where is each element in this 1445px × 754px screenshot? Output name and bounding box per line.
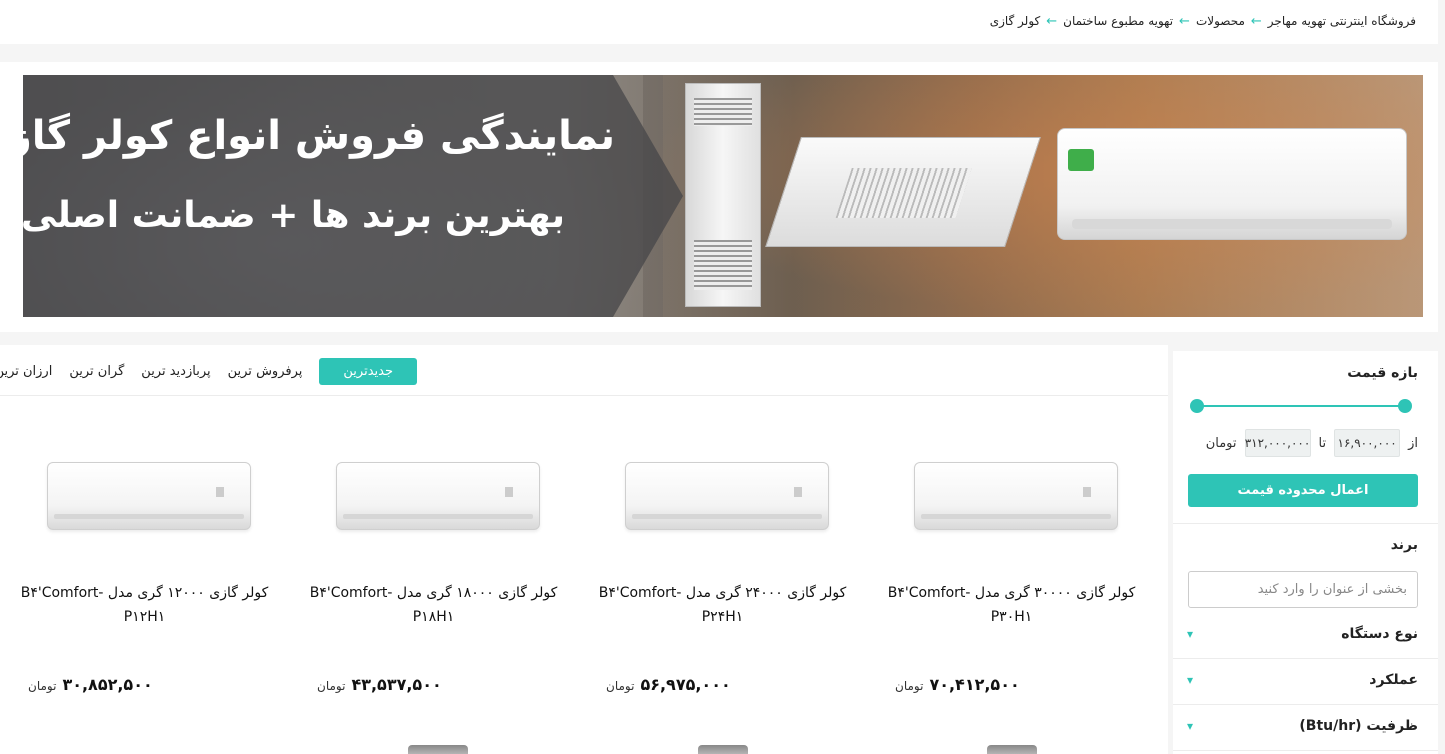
price-currency: تومان [606, 679, 635, 693]
accordion-function[interactable]: عملکرد ▾ [1173, 659, 1438, 705]
price-value: ۵۶,۹۷۵,۰۰۰ [640, 675, 731, 694]
next-row-product-image [987, 745, 1037, 754]
product-price: تومان ۵۶,۹۷۵,۰۰۰ [606, 675, 731, 694]
product-image[interactable] [47, 462, 251, 530]
chevron-down-icon: ▾ [1187, 673, 1194, 687]
banner-container: نمایندگی فروش انواع کولر گازی بهترین برن… [0, 62, 1438, 332]
divider [1173, 523, 1438, 524]
price-currency: تومان [317, 679, 346, 693]
sort-most-expensive[interactable]: گران ترین [69, 364, 124, 379]
chevron-down-icon: ▾ [1187, 627, 1194, 641]
breadcrumb: فروشگاه اینترنتی تهویه مهاجر ← محصولات ←… [990, 14, 1416, 28]
price-value: ۳۰,۸۵۲,۵۰۰ [62, 675, 153, 694]
apply-price-button[interactable]: اعمال محدوده قیمت [1188, 474, 1418, 507]
price-to-input[interactable]: ۳۱۲,۰۰۰,۰۰۰ [1244, 429, 1311, 457]
price-currency: تومان [895, 679, 924, 693]
price-range-inputs: از ۱۶,۹۰۰,۰۰۰ تا ۳۱۲,۰۰۰,۰۰۰ تومان [1206, 429, 1418, 457]
price-value: ۴۳,۵۳۷,۵۰۰ [351, 675, 442, 694]
currency-label: تومان [1205, 435, 1237, 451]
sort-most-viewed[interactable]: پربازدید ترین [141, 364, 210, 379]
floor-standing-ac-image [685, 83, 761, 307]
breadcrumb-item-products[interactable]: محصولات [1196, 14, 1245, 28]
arrow-left-icon: ← [1179, 13, 1190, 29]
accordion-label: عملکرد [1369, 672, 1418, 688]
sort-newest[interactable]: جدیدترین [319, 358, 417, 385]
price-range-slider[interactable] [1190, 399, 1412, 413]
product-listing: جدیدترین پرفروش ترین پربازدید ترین گران … [0, 345, 1168, 754]
cassette-ac-image [765, 137, 1041, 247]
chevron-down-icon: ▾ [1187, 719, 1194, 733]
price-from-input[interactable]: ۱۶,۹۰۰,۰۰۰ [1334, 429, 1401, 457]
product-card[interactable]: کولر گازی ۲۴۰۰۰ گری مدل B۴'Comfort- P۲۴H… [578, 405, 867, 754]
breadcrumb-bar: فروشگاه اینترنتی تهویه مهاجر ← محصولات ←… [0, 0, 1438, 44]
next-row-product-image [698, 745, 748, 754]
price-filter-title: بازه قیمت [1347, 365, 1418, 381]
arrow-left-icon: ← [1250, 13, 1262, 29]
product-image[interactable] [625, 462, 829, 530]
banner-title: نمایندگی فروش انواع کولر گازی [23, 113, 615, 159]
slider-track [1196, 405, 1406, 407]
product-card[interactable]: کولر گازی ۱۲۰۰۰ گری مدل B۴'Comfort- P۱۲H… [0, 405, 468, 754]
slider-min-handle[interactable] [1398, 399, 1412, 413]
to-label: تا [1318, 435, 1327, 451]
from-label: از [1408, 435, 1418, 451]
sort-best-selling[interactable]: پرفروش ترین [228, 364, 303, 379]
product-image[interactable] [914, 462, 1118, 530]
breadcrumb-item-current: کولر گازی [989, 14, 1041, 28]
brand-filter-title: برند [1390, 537, 1418, 553]
product-price: تومان ۳۰,۸۵۲,۵۰۰ [28, 675, 153, 694]
product-card[interactable]: کولر گازی ۱۸۰۰۰ گری مدل B۴'Comfort- P۱۸H… [289, 405, 578, 754]
brand-search-input[interactable]: بخشی از عنوان را وارد کنید [1188, 571, 1418, 608]
product-name[interactable]: کولر گازی ۱۲۰۰۰ گری مدل B۴'Comfort- P۱۲H… [10, 581, 279, 629]
sort-bar: جدیدترین پرفروش ترین پربازدید ترین گران … [0, 345, 1168, 396]
price-currency: تومان [28, 679, 57, 693]
product-name[interactable]: کولر گازی ۳۰۰۰۰ گری مدل B۴'Comfort- P۳۰H… [877, 581, 1146, 629]
slider-max-handle[interactable] [1190, 399, 1204, 413]
product-name[interactable]: کولر گازی ۲۴۰۰۰ گری مدل B۴'Comfort- P۲۴H… [588, 581, 857, 629]
sort-options: جدیدترین پرفروش ترین پربازدید ترین گران … [0, 358, 417, 385]
product-name[interactable]: کولر گازی ۱۸۰۰۰ گری مدل B۴'Comfort- P۱۸H… [299, 581, 568, 629]
product-card[interactable]: کولر گازی ۳۰۰۰۰ گری مدل B۴'Comfort- P۳۰H… [867, 405, 1156, 754]
breadcrumb-item-hvac[interactable]: تهویه مطبوع ساختمان [1063, 14, 1173, 28]
split-ac-image [1057, 128, 1407, 240]
accordion-capacity[interactable]: ظرفیت (Btu/hr) ▾ [1173, 705, 1438, 751]
breadcrumb-item-store[interactable]: فروشگاه اینترنتی تهویه مهاجر [1268, 14, 1416, 28]
accordion-label: نوع دستگاه [1341, 626, 1418, 642]
product-image[interactable] [336, 462, 540, 530]
promo-banner[interactable]: نمایندگی فروش انواع کولر گازی بهترین برن… [23, 75, 1423, 317]
sort-cheapest[interactable]: ارزان ترین [0, 364, 52, 379]
filter-sidebar: بازه قیمت از ۱۶,۹۰۰,۰۰۰ تا ۳۱۲,۰۰۰,۰۰۰ ت… [1173, 351, 1438, 754]
arrow-left-icon: ← [1046, 13, 1058, 29]
price-value: ۷۰,۴۱۲,۵۰۰ [929, 675, 1020, 694]
accordion-device-type[interactable]: نوع دستگاه ▾ [1173, 613, 1438, 659]
product-price: تومان ۴۳,۵۳۷,۵۰۰ [317, 675, 442, 694]
product-price: تومان ۷۰,۴۱۲,۵۰۰ [895, 675, 1020, 694]
accordion-label: ظرفیت (Btu/hr) [1299, 718, 1418, 734]
banner-subtitle: بهترین برند ها + ضمانت اصلی [23, 195, 565, 236]
next-row-product-image [408, 745, 468, 754]
